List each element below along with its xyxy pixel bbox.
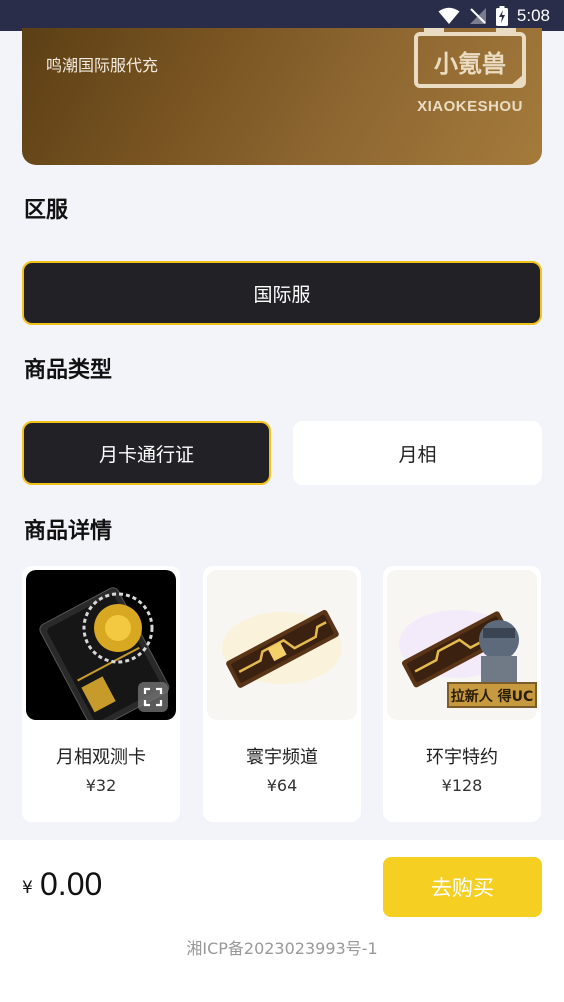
currency-symbol: ¥ — [22, 878, 33, 898]
product-type-option-moon-phase[interactable]: 月相 — [293, 421, 542, 485]
product-card[interactable]: 拉新人 得UC 环宇特约 ¥128 — [383, 566, 541, 822]
product-details-section-title: 商品详情 — [24, 519, 113, 544]
product-card[interactable]: 寰宇频道 ¥64 — [203, 566, 361, 822]
product-card[interactable]: 月相观测卡 ¥32 — [22, 566, 180, 822]
product-type-option-label: 月卡通行证 — [98, 443, 194, 466]
product-type-section-title: 商品类型 — [24, 358, 113, 383]
product-type-option-monthly-pass[interactable]: 月卡通行证 — [22, 421, 271, 485]
buy-button-label: 去购买 — [431, 876, 494, 900]
product-price: ¥32 — [85, 776, 117, 795]
chip-artwork-icon — [222, 609, 342, 688]
region-option-international[interactable]: 国际服 — [22, 261, 542, 325]
scan-icon[interactable] — [138, 682, 168, 712]
product-price: ¥64 — [266, 776, 298, 795]
product-name: 环宇特约 — [426, 747, 498, 768]
product-image: 拉新人 得UC — [387, 570, 537, 720]
product-image — [207, 570, 357, 720]
region-option-label: 国际服 — [253, 283, 311, 306]
game-banner: 鸣潮国际服代充 小氪兽 XIAOKESHOU — [22, 28, 542, 165]
wifi-icon — [438, 7, 460, 24]
battery-charging-icon — [495, 5, 508, 26]
product-name: 寰宇频道 — [246, 747, 318, 768]
banner-logo-text: XIAOKESHOU — [417, 98, 523, 115]
product-image — [26, 570, 176, 720]
signal-icon — [469, 7, 486, 24]
logo-glyphs: 小氪兽 — [434, 50, 506, 78]
product-type-option-label: 月相 — [398, 443, 437, 466]
icp-record-link[interactable]: 湘ICP备2023023993号-1 — [0, 935, 564, 959]
banner-subtitle: 鸣潮国际服代充 — [46, 56, 159, 75]
checkout-bar: ¥ 0.00 去购买 湘ICP备2023023993号-1 — [0, 840, 564, 1002]
product-name: 月相观测卡 — [56, 747, 146, 768]
product-price: ¥128 — [441, 776, 483, 795]
buy-button[interactable]: 去购买 — [383, 857, 542, 917]
clock: 5:08 — [516, 5, 550, 25]
chip-artwork-icon: 拉新人 得UC — [399, 610, 537, 708]
total-amount: 0.00 — [40, 866, 103, 902]
region-section-title: 区服 — [24, 198, 69, 223]
promo-label: 拉新人 得UC — [451, 688, 534, 705]
status-bar: 5:08 — [0, 0, 564, 31]
